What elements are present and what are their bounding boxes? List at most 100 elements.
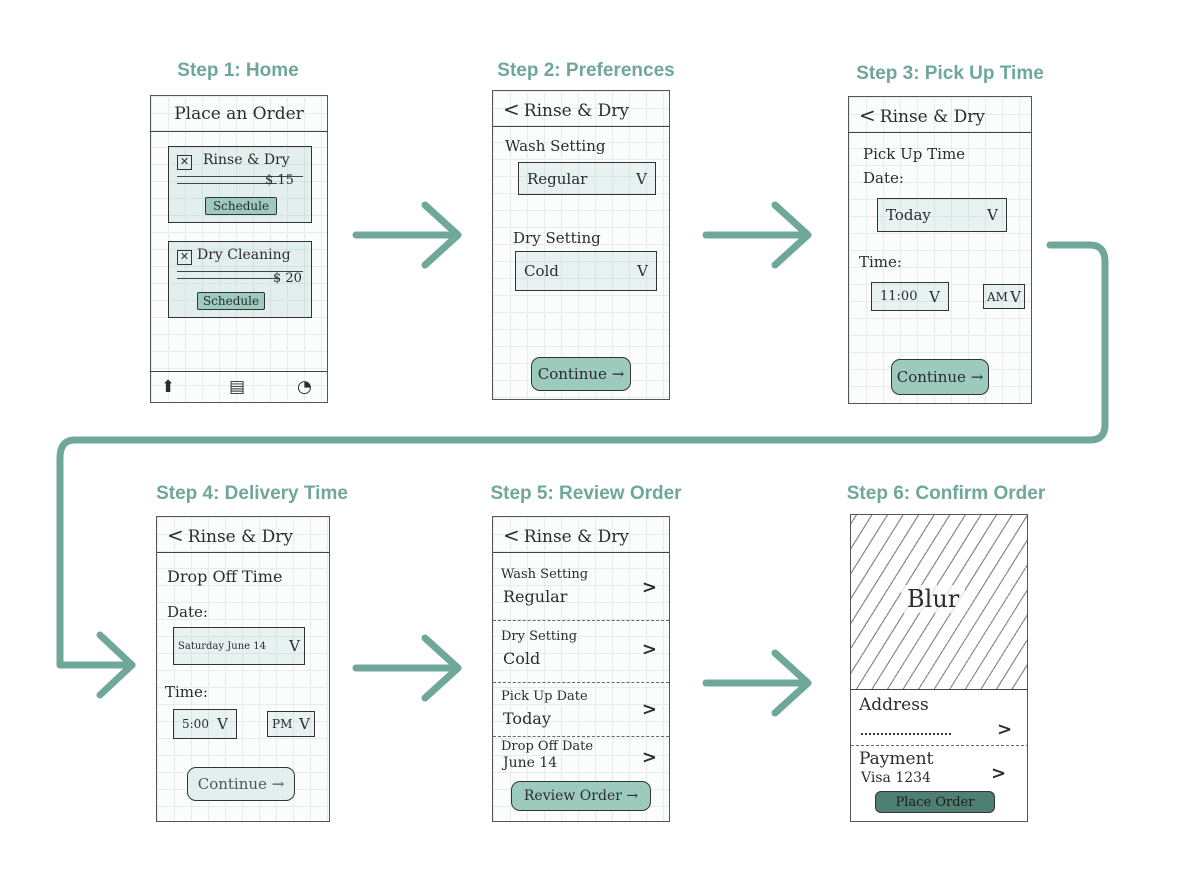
row-label: Dry Setting: [501, 629, 578, 644]
am-pm-value: PM: [272, 717, 293, 731]
chevron-right-icon: >: [641, 699, 657, 720]
continue-button[interactable]: Continue →: [891, 359, 989, 395]
back-arrow-icon[interactable]: <: [167, 523, 184, 547]
continue-button[interactable]: Continue →: [531, 357, 631, 391]
review-row-drop-off-date[interactable]: Drop Off Date June 14 >: [493, 737, 669, 781]
date-label: Date:: [863, 169, 904, 187]
arrow-step1-to-2: [352, 201, 462, 269]
back-arrow-icon[interactable]: <: [503, 523, 520, 547]
pick-up-time-dropdown[interactable]: 11:00 V: [871, 282, 949, 311]
step-2-title: Step 2: Preferences: [497, 60, 675, 81]
dry-setting-dropdown[interactable]: Cold V: [515, 251, 657, 291]
blur-label: Blur: [901, 585, 966, 613]
continue-button[interactable]: Continue →: [187, 767, 295, 801]
up-arrow-icon[interactable]: ⬆: [161, 377, 175, 397]
header: < Rinse & Dry: [493, 91, 669, 127]
schedule-button[interactable]: Schedule: [197, 292, 265, 310]
dry-setting-label: Dry Setting: [513, 229, 601, 247]
chevron-right-icon: >: [641, 639, 657, 660]
wireframe-pick-up-time: < Rinse & Dry Pick Up Time Date: Today V …: [848, 96, 1032, 404]
wireframe-review-order: < Rinse & Dry Wash Setting Regular > Dry …: [492, 516, 670, 822]
header: < Rinse & Dry: [849, 97, 1031, 133]
drop-off-date-dropdown[interactable]: Saturday June 14 V: [173, 627, 305, 665]
step-4-title: Step 4: Delivery Time: [156, 483, 348, 504]
step-3-title: Step 3: Pick Up Time: [856, 63, 1044, 84]
pick-up-date-value: Today: [886, 206, 931, 224]
service-name: Rinse & Dry: [203, 152, 290, 168]
header-title: Rinse & Dry: [187, 527, 294, 547]
payment-value: Visa 1234: [861, 770, 931, 786]
blurred-background: Blur: [851, 515, 1027, 690]
wireframe-home: Place an Order ✕ Rinse & Dry $ 15 Schedu…: [150, 95, 328, 403]
back-arrow-icon[interactable]: <: [859, 103, 876, 127]
arrow-step2-to-3: [702, 201, 812, 269]
wash-setting-value: Regular: [527, 169, 588, 188]
row-label: Pick Up Date: [501, 689, 588, 704]
chevron-down-icon: V: [289, 637, 300, 655]
am-pm-dropdown[interactable]: PM V: [267, 711, 315, 737]
service-card-dry-cleaning[interactable]: ✕ Dry Cleaning $ 20 Schedule: [168, 241, 312, 318]
chevron-down-icon: V: [929, 287, 940, 306]
tab-bar: ⬆ ▤ ◔: [151, 371, 327, 402]
drop-off-time-value: 5:00: [182, 717, 209, 731]
row-value: Today: [503, 709, 551, 728]
header-title: Rinse & Dry: [879, 107, 986, 127]
chevron-down-icon: V: [299, 715, 310, 733]
am-pm-dropdown[interactable]: AM V: [983, 284, 1025, 309]
time-label: Time:: [859, 253, 902, 271]
review-row-pick-up-date[interactable]: Pick Up Date Today >: [493, 683, 669, 737]
list-icon[interactable]: ▤: [229, 377, 245, 397]
row-value: June 14: [503, 755, 558, 771]
chevron-right-icon: >: [641, 577, 657, 598]
service-price: $ 20: [273, 271, 302, 286]
address-label: Address: [859, 695, 929, 715]
step-5-title: Step 5: Review Order: [490, 483, 682, 504]
review-row-dry-setting[interactable]: Dry Setting Cold >: [493, 623, 669, 683]
wireframe-confirm-order: Blur Address > Payment Visa 1234 > Place…: [850, 514, 1028, 822]
row-label: Drop Off Date: [501, 739, 594, 754]
step-6-title: Step 6: Confirm Order: [846, 483, 1046, 504]
chevron-down-icon: V: [636, 169, 647, 188]
page-title: Place an Order: [151, 96, 327, 132]
chevron-right-icon[interactable]: >: [997, 719, 1012, 740]
chevron-right-icon[interactable]: >: [991, 763, 1006, 784]
row-value: Cold: [503, 649, 541, 668]
drop-off-time-title: Drop Off Time: [167, 567, 283, 586]
service-card-rinse-dry[interactable]: ✕ Rinse & Dry $ 15 Schedule: [168, 146, 312, 223]
arrow-step5-to-6: [702, 649, 812, 717]
chevron-down-icon: V: [637, 262, 648, 280]
header-title: Rinse & Dry: [523, 527, 630, 547]
checkbox-icon[interactable]: ✕: [177, 250, 192, 265]
chevron-right-icon: >: [641, 747, 657, 768]
chevron-down-icon: V: [987, 206, 998, 224]
schedule-button[interactable]: Schedule: [205, 197, 277, 215]
pick-up-time-value: 11:00: [880, 289, 918, 304]
step-1-title: Step 1: Home: [177, 60, 299, 81]
placeholder-text-line: [177, 278, 277, 279]
header: < Rinse & Dry: [157, 517, 329, 553]
wash-setting-label: Wash Setting: [505, 137, 606, 155]
date-label: Date:: [167, 603, 208, 621]
review-order-button[interactable]: Review Order →: [511, 781, 651, 811]
am-pm-value: AM: [987, 289, 1008, 304]
row-label: Wash Setting: [501, 567, 589, 582]
pick-up-date-dropdown[interactable]: Today V: [877, 198, 1007, 232]
chevron-down-icon: V: [217, 715, 228, 733]
profile-icon[interactable]: ◔: [297, 377, 312, 397]
service-name: Dry Cleaning: [197, 247, 291, 263]
back-arrow-icon[interactable]: <: [503, 97, 520, 121]
payment-label: Payment: [859, 749, 934, 769]
chevron-down-icon: V: [1010, 287, 1021, 306]
header-title: Rinse & Dry: [523, 101, 630, 121]
placeholder-text-line: [177, 183, 277, 184]
drop-off-date-value: Saturday June 14: [178, 640, 266, 652]
time-label: Time:: [165, 683, 208, 701]
checkbox-icon[interactable]: ✕: [177, 155, 192, 170]
review-row-wash-setting[interactable]: Wash Setting Regular >: [493, 561, 669, 621]
row-value: Regular: [503, 587, 568, 606]
drop-off-time-dropdown[interactable]: 5:00 V: [173, 709, 237, 739]
wireframe-delivery-time: < Rinse & Dry Drop Off Time Date: Saturda…: [156, 516, 330, 822]
wireframe-preferences: < Rinse & Dry Wash Setting Regular V Dry …: [492, 90, 670, 400]
place-order-button[interactable]: Place Order: [875, 791, 995, 813]
wash-setting-dropdown[interactable]: Regular V: [518, 162, 656, 195]
